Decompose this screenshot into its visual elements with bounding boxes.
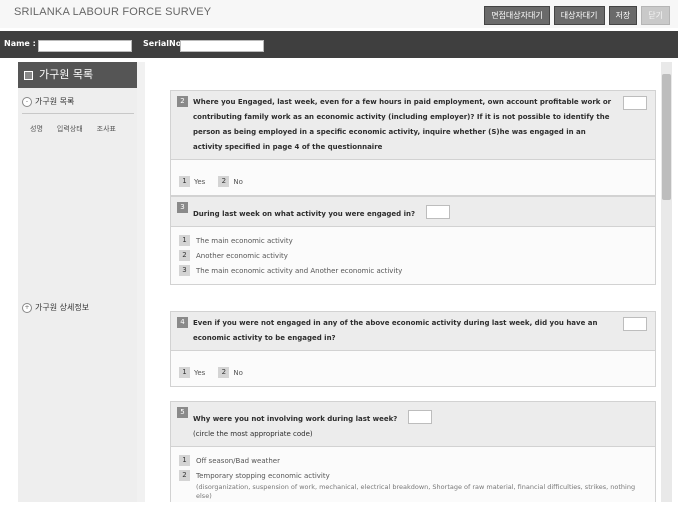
- answer-box[interactable]: [426, 204, 451, 219]
- question-4: 4 Even if you were not engaged in any of…: [170, 311, 656, 387]
- sidebar-scrollbar[interactable]: [137, 62, 145, 502]
- option-code: 3: [179, 265, 190, 276]
- option-label: No: [233, 177, 243, 186]
- expand-icon: +: [22, 302, 32, 313]
- questionnaire-panel: 2 Where you Engaged, last week, even for…: [150, 62, 658, 502]
- name-label: Name :: [4, 39, 36, 48]
- member-list-header: 성명 입력상태 조사표: [30, 124, 116, 134]
- option-1[interactable]: 1 The main economic activity: [179, 233, 647, 248]
- member-detail-section[interactable]: + 가구원 상세정보: [22, 302, 89, 313]
- waiting-button[interactable]: 대상자대기: [553, 6, 605, 25]
- option-no[interactable]: 2 No: [218, 367, 243, 378]
- question-header: 5 Why were you not involving work during…: [171, 402, 655, 447]
- serial-field[interactable]: [180, 40, 264, 52]
- question-header: 2 Where you Engaged, last week, even for…: [171, 91, 655, 160]
- respondent-info-bar: Name : SerialNo :: [0, 31, 678, 58]
- close-button[interactable]: 닫기: [641, 6, 670, 25]
- option-detail: (disorganization, suspension of work, me…: [196, 483, 636, 500]
- option-2[interactable]: 2 Another economic activity: [179, 248, 647, 263]
- question-subtitle: (circle the most appropriate code): [193, 430, 313, 438]
- question-2: 2 Where you Engaged, last week, even for…: [170, 90, 656, 196]
- member-detail-label: 가구원 상세정보: [35, 303, 90, 312]
- option-label: The main economic activity and Another e…: [196, 266, 403, 275]
- option-no[interactable]: 2 No: [218, 176, 243, 187]
- question-text: During last week on what activity you we…: [193, 210, 416, 218]
- option-code: 2: [218, 367, 230, 378]
- col-status: 입력상태: [56, 125, 83, 133]
- list-icon: [24, 70, 33, 80]
- option-code: 1: [179, 235, 190, 246]
- option-label: Off season/Bad weather: [196, 456, 280, 465]
- name-field[interactable]: [38, 40, 132, 52]
- option-1[interactable]: 1 Off season/Bad weather: [179, 453, 647, 468]
- question-options: 1 Yes 2 No: [171, 160, 655, 195]
- divider: [22, 113, 134, 114]
- question-number: 4: [177, 317, 188, 328]
- sidebar-header: 가구원 목록: [18, 62, 138, 88]
- question-number: 3: [177, 202, 188, 213]
- member-list-label: 가구원 목록: [35, 97, 75, 106]
- col-name: 성명: [30, 125, 43, 133]
- question-number: 5: [177, 407, 188, 418]
- option-code: 1: [179, 455, 190, 466]
- option-2[interactable]: 2 Temporary stopping economic activity: [179, 468, 647, 483]
- option-3[interactable]: 3 The main economic activity and Another…: [179, 263, 647, 278]
- option-code: 2: [179, 470, 190, 481]
- question-text: Why were you not involving work during l…: [193, 415, 398, 423]
- save-button[interactable]: 저장: [608, 6, 638, 25]
- question-5: 5 Why were you not involving work during…: [170, 401, 656, 502]
- main-scrollbar[interactable]: [661, 62, 672, 502]
- question-header: 3 During last week on what activity you …: [171, 197, 655, 227]
- option-label: Yes: [194, 177, 206, 186]
- option-yes[interactable]: 1 Yes: [179, 176, 205, 187]
- toolbar: 면접대상자대기 대상자대기 저장 닫기: [484, 6, 670, 25]
- option-label: The main economic activity: [196, 236, 293, 245]
- question-options: 1 The main economic activity 2 Another e…: [171, 227, 655, 284]
- question-options: 1 Yes 2 No: [171, 351, 655, 386]
- question-header: 4 Even if you were not engaged in any of…: [171, 312, 655, 351]
- option-code: 2: [218, 176, 230, 187]
- scrollbar-thumb[interactable]: [662, 74, 671, 200]
- question-text: Where you Engaged, last week, even for a…: [193, 98, 612, 151]
- app-title: SRILANKA LABOUR FORCE SURVEY: [14, 6, 212, 18]
- question-text: Even if you were not engaged in any of t…: [193, 319, 598, 342]
- option-label: No: [233, 368, 243, 377]
- col-form: 조사표: [96, 125, 116, 133]
- option-code: 1: [179, 367, 190, 378]
- answer-box[interactable]: [623, 96, 647, 110]
- option-yes[interactable]: 1 Yes: [179, 367, 205, 378]
- option-label: Another economic activity: [196, 251, 288, 260]
- option-code: 2: [179, 250, 190, 261]
- question-options: 1 Off season/Bad weather 2 Temporary sto…: [171, 447, 655, 502]
- question-3: 3 During last week on what activity you …: [170, 196, 656, 285]
- household-sidebar: 가구원 목록 - 가구원 목록 성명 입력상태 조사표 + 가구원 상세정보: [18, 62, 139, 502]
- sidebar-title: 가구원 목록: [39, 68, 94, 81]
- waiting-respondent-button[interactable]: 면접대상자대기: [484, 6, 550, 25]
- member-list-section[interactable]: - 가구원 목록: [22, 96, 74, 107]
- option-code: 1: [179, 176, 190, 187]
- question-number: 2: [177, 96, 188, 107]
- option-label: Yes: [194, 368, 206, 377]
- option-label: Temporary stopping economic activity: [196, 471, 330, 480]
- answer-box[interactable]: [623, 317, 647, 331]
- answer-box[interactable]: [408, 409, 433, 424]
- collapse-icon: -: [22, 96, 32, 107]
- title-bar: SRILANKA LABOUR FORCE SURVEY 면접대상자대기 대상자…: [0, 0, 678, 28]
